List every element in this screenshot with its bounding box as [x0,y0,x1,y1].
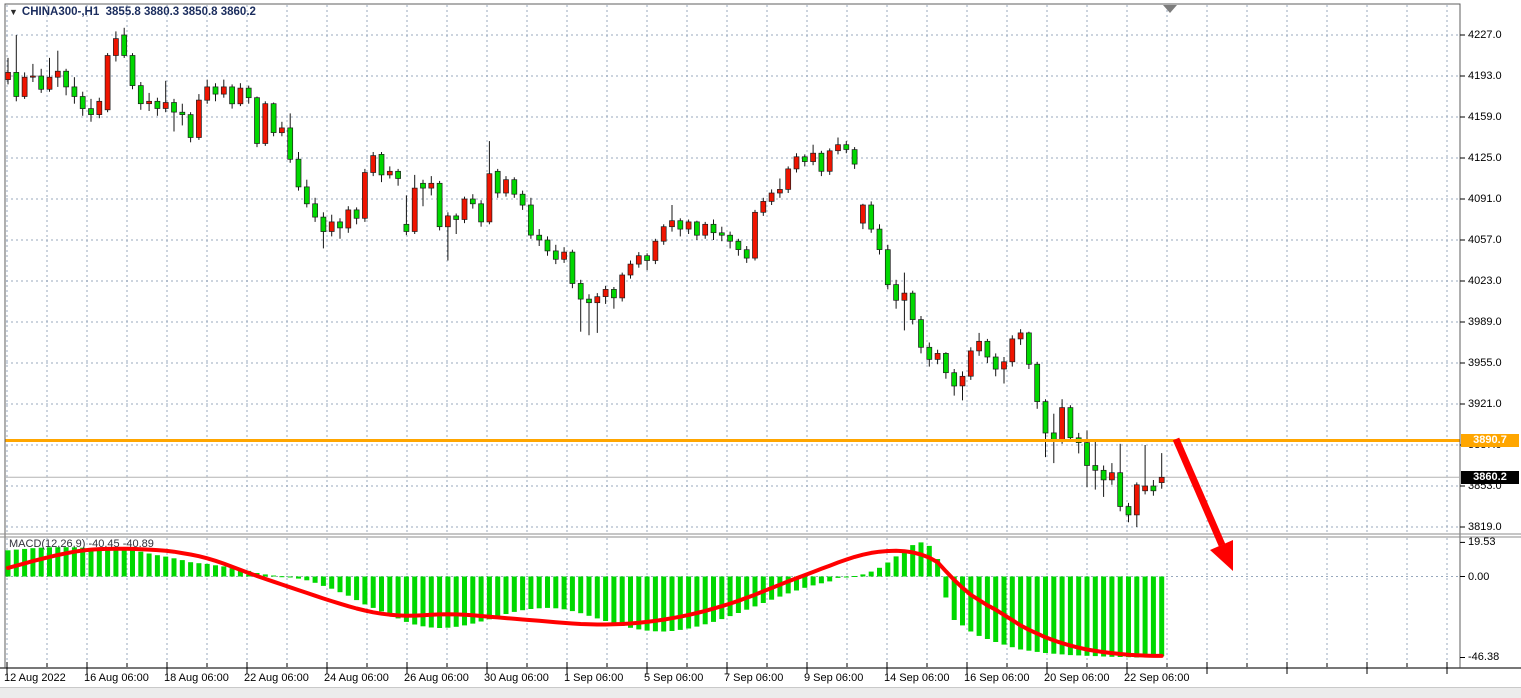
chart-shift-marker[interactable] [1163,5,1177,13]
macd-axis-label: 0.00 [1468,571,1489,583]
time-axis-label: 14 Sep 06:00 [884,672,949,684]
price-axis-label: 4023.0 [1468,275,1502,287]
time-axis-label: 26 Aug 06:00 [404,672,469,684]
time-axis-label: 7 Sep 06:00 [724,672,783,684]
macd-axis-label: -46.38 [1468,651,1499,663]
price-axis-label: 3819.0 [1468,521,1502,533]
time-axis-label: 12 Aug 2022 [4,672,66,684]
macd-indicator-label: MACD(12,26,9) -40.45 -40.89 [9,538,154,550]
time-axis-label: 24 Aug 06:00 [324,672,389,684]
time-axis-label: 22 Sep 06:00 [1124,672,1189,684]
time-axis-label: 9 Sep 06:00 [804,672,863,684]
price-axis-label: 4193.0 [1468,70,1502,82]
time-axis-label: 30 Aug 06:00 [484,672,549,684]
price-axis-label: 4159.0 [1468,111,1502,123]
candles-layer [6,28,1165,527]
price-axis-label: 4125.0 [1468,152,1502,164]
orange-price-tag: 3890.7 [1461,434,1519,447]
time-axis-label: 18 Aug 06:00 [164,672,229,684]
current-price-tag: 3860.2 [1461,471,1519,484]
macd-histogram [6,542,1165,657]
price-axis-label: 4057.0 [1468,234,1502,246]
time-axis-label: 22 Aug 06:00 [244,672,309,684]
chart-title: ▼ CHINA300-,H1 3855.8 3880.3 3850.8 3860.… [9,6,256,18]
price-axis-label: 3921.0 [1468,398,1502,410]
price-axis-label: 3989.0 [1468,316,1502,328]
symbol-dropdown-icon[interactable]: ▼ [9,7,18,17]
chart-symbol-period: CHINA300-,H1 [22,6,99,18]
price-axis-label: 4091.0 [1468,193,1502,205]
trend-arrow-annotation[interactable] [1176,439,1233,571]
price-axis-label: 4227.0 [1468,29,1502,41]
time-axis-label: 16 Sep 06:00 [964,672,1029,684]
time-axis-label: 20 Sep 06:00 [1044,672,1109,684]
chart-ohlc-values: 3855.8 3880.3 3850.8 3860.2 [106,6,256,18]
macd-axis-label: 19.53 [1468,536,1496,548]
price-axis-label: 3955.0 [1468,357,1502,369]
time-axis-label: 1 Sep 06:00 [564,672,623,684]
bottom-strip [0,687,1521,698]
chart-canvas[interactable] [0,0,1521,698]
time-axis-label: 5 Sep 06:00 [644,672,703,684]
time-axis-label: 16 Aug 06:00 [84,672,149,684]
mt4-chart-window: ▼ CHINA300-,H1 3855.8 3880.3 3850.8 3860.… [0,0,1521,698]
